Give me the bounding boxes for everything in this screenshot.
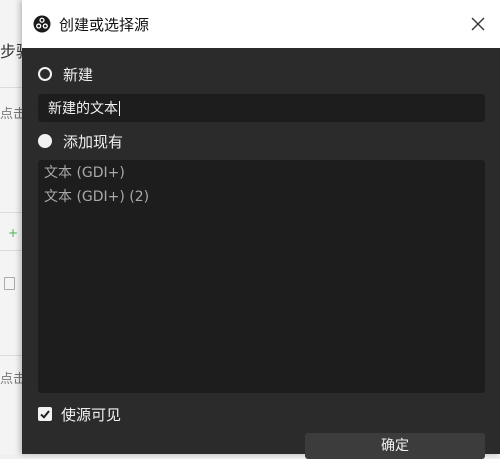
existing-sources-list[interactable]: 文本 (GDI+) 文本 (GDI+) (2) [38,160,485,393]
dialog-title: 创建或选择源 [59,16,150,34]
radio-selected-icon [38,67,52,81]
dialog-titlebar: 创建或选择源 [22,0,500,48]
text-caret [119,100,120,116]
list-item[interactable]: 文本 (GDI+) [38,161,485,185]
radio-unselected-icon [38,134,52,148]
new-source-radio[interactable]: 新建 [38,64,93,84]
add-existing-label: 添加现有 [63,132,124,151]
background-document-icon [4,277,15,290]
make-source-visible-label: 使源可见 [61,405,122,424]
close-icon[interactable] [466,12,490,36]
obs-logo-icon [33,15,51,33]
add-existing-radio[interactable]: 添加现有 [38,131,123,151]
background-plus-icon: + [8,226,19,240]
checkmark-icon [38,407,52,421]
list-item[interactable]: 文本 (GDI+) (2) [38,185,485,209]
ok-button[interactable]: 确定 [305,433,485,459]
make-source-visible-checkbox[interactable]: 使源可见 [38,404,121,424]
new-source-label: 新建 [63,65,94,84]
create-select-source-dialog: 创建或选择源 新建 新建的文本 添加现有 文本 (GDI+) 文本 (GDI+)… [22,0,500,459]
source-name-value: 新建的文本 [48,101,118,117]
source-name-input[interactable]: 新建的文本 [38,94,485,122]
